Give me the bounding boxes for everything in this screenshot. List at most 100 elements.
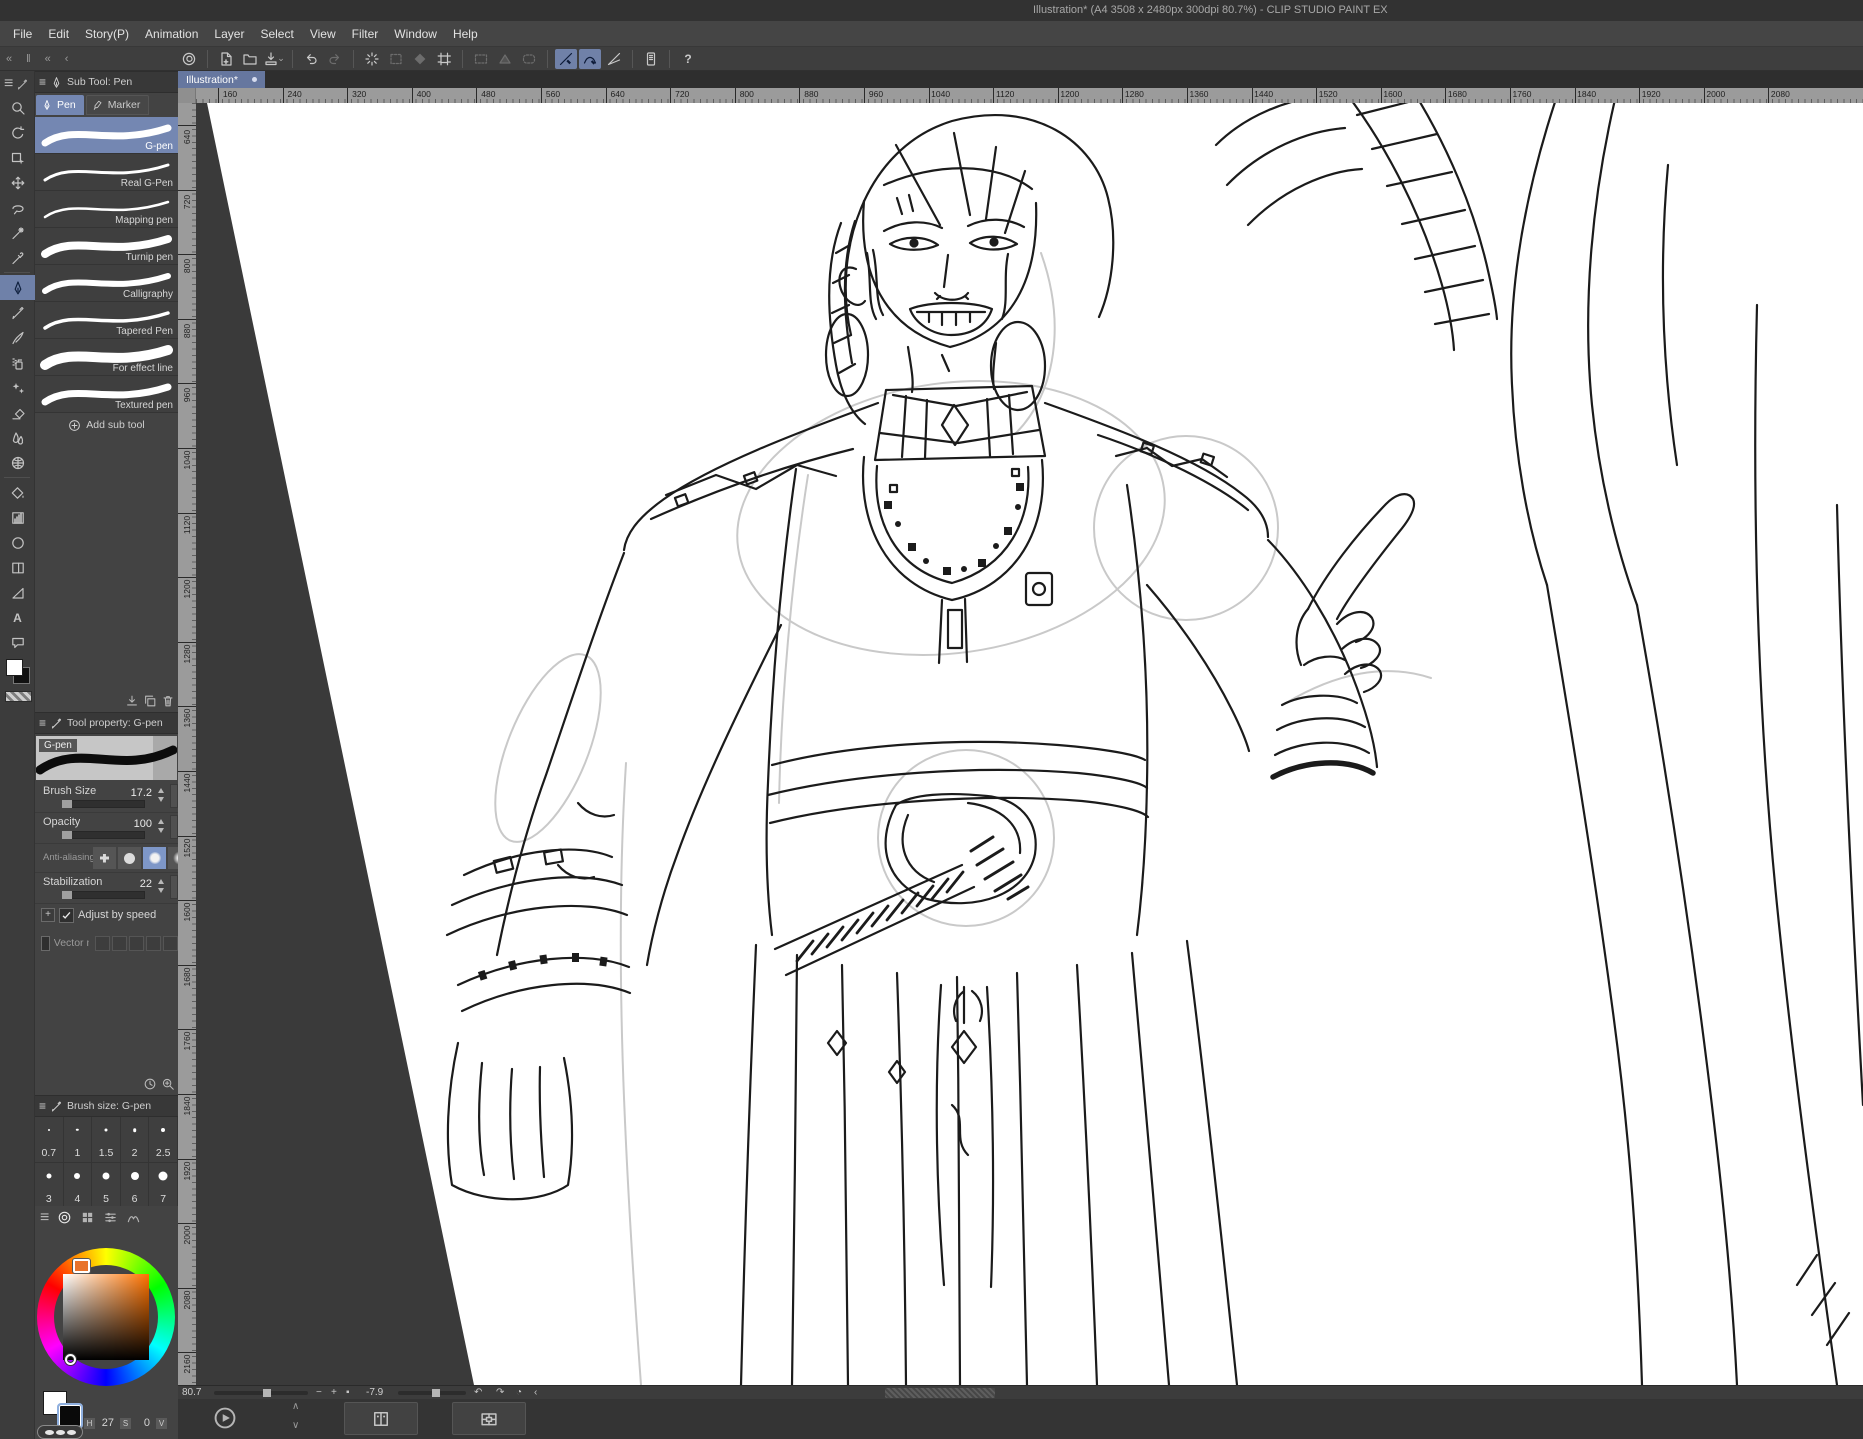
- snap-grid-button[interactable]: [603, 49, 625, 69]
- tool-text[interactable]: A: [0, 605, 35, 630]
- tool-selection[interactable]: [0, 195, 35, 220]
- menu-edit[interactable]: Edit: [40, 21, 77, 47]
- brush-size-0.7[interactable]: 0.7: [35, 1117, 64, 1163]
- opacity-value[interactable]: 100: [134, 818, 152, 830]
- rotation-slider[interactable]: [398, 1391, 466, 1395]
- workspace-collapse-icons[interactable]: «‖«‹: [0, 53, 178, 65]
- h-channel-value[interactable]: 27: [98, 1417, 114, 1429]
- brush-size-2.5[interactable]: 2.5: [149, 1117, 178, 1163]
- snap-special-ruler-button[interactable]: [579, 49, 601, 69]
- tab-color-wheel[interactable]: [57, 1210, 72, 1225]
- menu-animation[interactable]: Animation: [137, 21, 206, 47]
- menu-storyp[interactable]: Story(P): [77, 21, 137, 47]
- brush-size-4[interactable]: 4: [64, 1163, 93, 1209]
- panel-menu-icon[interactable]: ≡: [39, 1099, 46, 1113]
- chevron-up-icon[interactable]: ∧: [292, 1401, 299, 1412]
- select-rect-button[interactable]: [470, 49, 492, 69]
- opacity-slider[interactable]: [65, 831, 145, 839]
- help-button[interactable]: ?: [677, 49, 699, 69]
- tool-eyedropper[interactable]: [0, 245, 35, 270]
- sub-tool-tapered-pen[interactable]: Tapered Pen: [35, 302, 178, 339]
- tab-color-set[interactable]: [80, 1210, 95, 1225]
- vector-magnet-checkbox[interactable]: [41, 936, 50, 951]
- select-poly-button[interactable]: [494, 49, 516, 69]
- sub-tool-g-pen[interactable]: G-pen: [35, 117, 178, 154]
- csp-logo-button[interactable]: [178, 49, 200, 69]
- tool-blend[interactable]: [0, 425, 35, 450]
- menu-window[interactable]: Window: [386, 21, 445, 47]
- collapse-icon[interactable]: «: [45, 53, 51, 65]
- collapse-icon[interactable]: ‖: [26, 53, 31, 65]
- sub-tool-calligraphy[interactable]: Calligraphy: [35, 265, 178, 302]
- zoom-in-button[interactable]: +: [331, 1387, 337, 1399]
- sub-tool-textured-pen[interactable]: Textured pen: [35, 376, 178, 413]
- zoom-slider[interactable]: [214, 1391, 308, 1395]
- tool-property-header[interactable]: ≡ Tool property: G-pen: [35, 712, 178, 734]
- menu-view[interactable]: View: [302, 21, 344, 47]
- brush-size-2[interactable]: 2: [121, 1117, 150, 1163]
- stabilization-stepper[interactable]: [157, 877, 166, 895]
- tool-frame[interactable]: [0, 555, 35, 580]
- menu-layer[interactable]: Layer: [206, 21, 252, 47]
- expand-icon[interactable]: +: [41, 908, 55, 922]
- open-file-button[interactable]: [239, 49, 261, 69]
- brush-size-6[interactable]: 6: [121, 1163, 150, 1209]
- tablet-mode-button[interactable]: [640, 49, 662, 69]
- menu-help[interactable]: Help: [445, 21, 486, 47]
- menu-file[interactable]: File: [5, 21, 40, 47]
- tool-eraser[interactable]: [0, 400, 35, 425]
- brush-preview[interactable]: G-pen: [36, 736, 177, 780]
- select-rounded-button[interactable]: [518, 49, 540, 69]
- reselect-button[interactable]: [385, 49, 407, 69]
- navigator-button[interactable]: [452, 1402, 526, 1435]
- canvas-viewport[interactable]: [196, 103, 1863, 1385]
- sub-tool-for-effect-line[interactable]: For effect line: [35, 339, 178, 376]
- add-sub-tool-button[interactable]: Add sub tool: [35, 413, 178, 437]
- stabilization-slider[interactable]: [65, 891, 145, 899]
- rotation-value[interactable]: -7.9: [366, 1387, 383, 1398]
- tool-fill[interactable]: [0, 480, 35, 505]
- saturation-value-square[interactable]: [63, 1274, 149, 1360]
- chevron-down-icon[interactable]: ∨: [292, 1420, 299, 1431]
- tab-color-mix[interactable]: [126, 1210, 141, 1225]
- tool-brush[interactable]: [0, 325, 35, 350]
- menu-filter[interactable]: Filter: [344, 21, 387, 47]
- panel-menu-icon[interactable]: ≡: [39, 75, 46, 89]
- brush-size-5[interactable]: 5: [92, 1163, 121, 1209]
- tool-figure[interactable]: [0, 530, 35, 555]
- zoom-value[interactable]: 80.7: [182, 1387, 201, 1398]
- tool-decoration[interactable]: [0, 375, 35, 400]
- saturation-value-marker[interactable]: [65, 1354, 76, 1365]
- sub-tool-tab-marker[interactable]: Marker: [86, 95, 150, 115]
- crop-button[interactable]: [433, 49, 455, 69]
- tab-color-sliders[interactable]: [103, 1210, 118, 1225]
- zoom-out-button[interactable]: −: [316, 1387, 322, 1399]
- save-file-button[interactable]: ⌄: [263, 49, 285, 69]
- color-history-capsule[interactable]: [37, 1425, 83, 1439]
- brush-size-popup-button[interactable]: [170, 784, 178, 808]
- stabilization-popup-button[interactable]: [170, 875, 178, 899]
- transparent-color-swatch[interactable]: [5, 691, 32, 702]
- foreground-color-swatch[interactable]: [6, 659, 23, 676]
- flip-view-button[interactable]: [344, 1402, 418, 1435]
- anti-aliasing-none-button[interactable]: [93, 847, 116, 869]
- adjust-by-speed-checkbox[interactable]: [59, 908, 74, 923]
- anti-aliasing-weak-button[interactable]: [118, 847, 141, 869]
- tool-liquify[interactable]: [0, 450, 35, 475]
- tool-airbrush[interactable]: [0, 350, 35, 375]
- tool-move-layer[interactable]: [0, 170, 35, 195]
- tool-palette-header[interactable]: ≡: [0, 71, 34, 95]
- opacity-stepper[interactable]: [157, 817, 166, 835]
- hue-marker[interactable]: [73, 1259, 90, 1273]
- sub-tool-mapping-pen[interactable]: Mapping pen: [35, 191, 178, 228]
- tool-balloon[interactable]: [0, 630, 35, 655]
- brush-size-slider[interactable]: [65, 800, 145, 808]
- tool-ruler[interactable]: [0, 580, 35, 605]
- collapse-icon[interactable]: «: [6, 53, 12, 65]
- opacity-popup-button[interactable]: [170, 815, 178, 839]
- collapse-status-button[interactable]: ‹: [534, 1387, 537, 1399]
- tool-pen[interactable]: [0, 275, 35, 300]
- sub-tool-turnip-pen[interactable]: Turnip pen: [35, 228, 178, 265]
- reset-view-button[interactable]: ◔: [516, 1387, 522, 1399]
- tool-auto-select[interactable]: [0, 220, 35, 245]
